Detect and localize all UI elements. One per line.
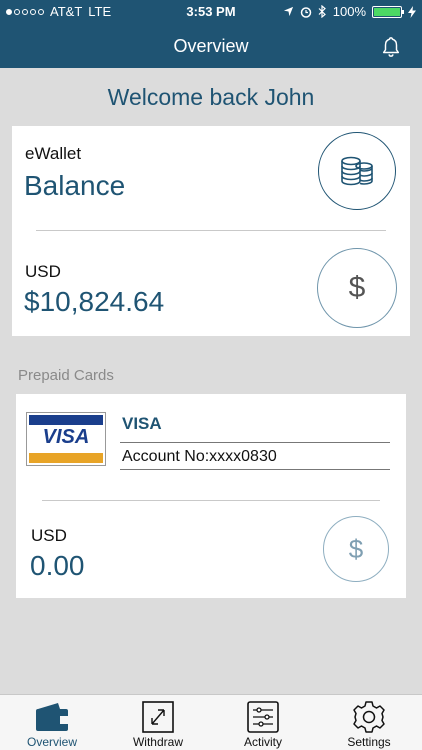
bell-icon[interactable] bbox=[380, 36, 402, 58]
activity-icon bbox=[247, 701, 279, 733]
tab-overview[interactable]: Overview bbox=[10, 695, 94, 750]
tab-withdraw[interactable]: Withdraw bbox=[116, 695, 200, 750]
dollar-icon: $ bbox=[348, 533, 364, 564]
alarm-icon bbox=[300, 6, 311, 18]
card-balance-button[interactable]: $ bbox=[323, 516, 389, 582]
wallet-icon bbox=[36, 703, 68, 731]
tab-settings[interactable]: Settings bbox=[327, 695, 411, 750]
dollar-icon: $ bbox=[348, 271, 366, 304]
battery-icon bbox=[372, 5, 404, 18]
ewallet-card[interactable]: eWallet Balance USD $10,824.64 $ bbox=[12, 126, 410, 336]
tab-bar: Overview Withdraw Activity Settings bbox=[0, 694, 422, 750]
withdraw-icon bbox=[142, 701, 174, 733]
balance-amount: $10,824.64 bbox=[24, 286, 165, 317]
currency-label: USD bbox=[31, 526, 67, 545]
gear-icon bbox=[353, 701, 385, 733]
battery-percent: 100% bbox=[332, 4, 366, 19]
card-divider bbox=[42, 500, 380, 501]
page-title: Overview bbox=[173, 36, 249, 56]
bluetooth-icon bbox=[318, 5, 326, 18]
status-bar: AT&T LTE 3:53 PM 100% bbox=[0, 0, 422, 24]
usd-balance-button[interactable]: $ bbox=[317, 248, 397, 328]
coins-button[interactable] bbox=[318, 132, 396, 210]
charging-icon bbox=[408, 5, 416, 18]
prepaid-section-label: Prepaid Cards bbox=[18, 367, 114, 384]
prepaid-card[interactable]: VISA VISA Account No:xxxx0830 USD 0.00 $ bbox=[16, 394, 406, 598]
card-brand: VISA bbox=[122, 414, 162, 433]
account-number: Account No:xxxx0830 bbox=[120, 442, 390, 470]
welcome-message: Welcome back John bbox=[107, 84, 315, 110]
card-divider bbox=[36, 230, 386, 231]
ewallet-label: eWallet bbox=[25, 144, 82, 163]
location-icon bbox=[283, 6, 293, 17]
coins-icon bbox=[341, 156, 373, 186]
balance-title: Balance bbox=[24, 170, 126, 201]
tab-activity[interactable]: Activity bbox=[221, 695, 305, 750]
currency-label: USD bbox=[25, 262, 61, 281]
visa-card-logo: VISA bbox=[26, 412, 106, 466]
nav-bar: Overview bbox=[0, 24, 422, 68]
card-balance-amount: 0.00 bbox=[30, 550, 85, 581]
